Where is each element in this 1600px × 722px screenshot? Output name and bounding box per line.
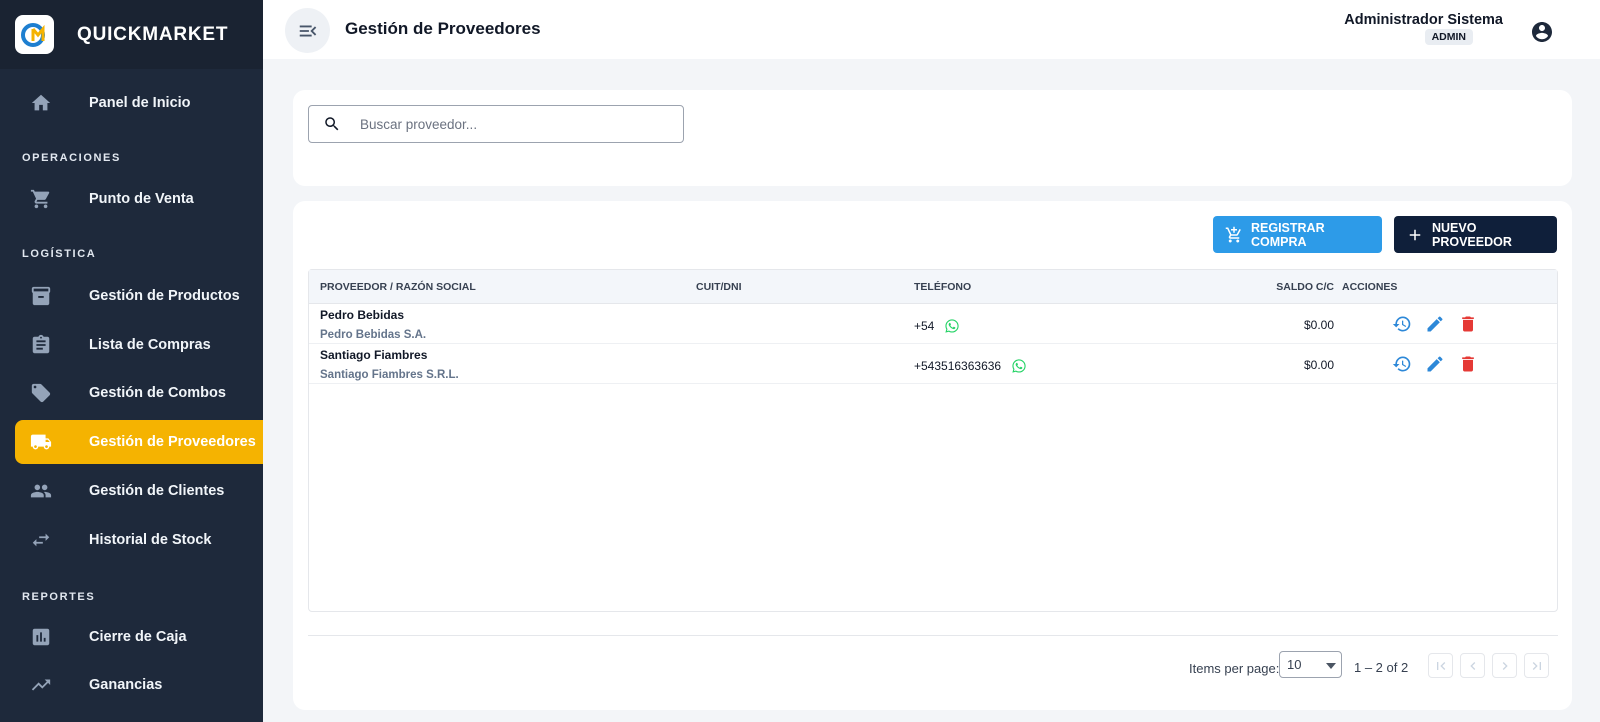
search-card: [293, 90, 1572, 186]
clipboard-icon: [15, 334, 67, 356]
items-per-page-value: 10: [1287, 657, 1302, 672]
table-row[interactable]: Santiago Fiambres Santiago Fiambres S.R.…: [309, 344, 1557, 384]
items-per-page-select[interactable]: 10: [1279, 651, 1342, 678]
app-logo: [15, 15, 54, 54]
provider-razon-social: Pedro Bebidas S.A.: [320, 329, 427, 341]
provider-razon-social: Santiago Fiambres S.R.L.: [320, 369, 459, 381]
table-row[interactable]: Pedro Bebidas Pedro Bebidas S.A. +54 $0.…: [309, 304, 1557, 344]
sidebar-item-label: Lista de Compras: [89, 337, 211, 353]
chevron-right-icon: [1497, 658, 1513, 674]
section-operaciones: OPERACIONES: [22, 152, 121, 164]
plus-icon: [1406, 226, 1432, 244]
sidebar-item-ganancias[interactable]: Ganancias: [15, 663, 263, 707]
tag-icon: [15, 382, 67, 404]
column-header-acciones: ACCIONES: [1342, 281, 1398, 293]
items-per-page-label: Items per page:: [1189, 661, 1280, 676]
previous-page-button[interactable]: [1460, 653, 1485, 678]
dropdown-caret-icon: [1326, 663, 1336, 669]
providers-card: REGISTRAR COMPRA NUEVO PROVEEDOR PROVEED…: [293, 201, 1572, 710]
search-field[interactable]: [308, 105, 684, 143]
sidebar-item-label: Gestión de Clientes: [89, 483, 225, 499]
sidebar: QUICKMARKET Panel de Inicio OPERACIONES …: [0, 0, 263, 722]
history-icon[interactable]: [1392, 354, 1412, 374]
sidebar-item-label: Gestión de Productos: [89, 288, 240, 304]
add-shopping-cart-icon: [1225, 226, 1251, 244]
section-logistica: LOGÍSTICA: [22, 248, 97, 260]
swap-icon: [15, 529, 67, 551]
sidebar-item-clientes[interactable]: Gestión de Clientes: [15, 469, 263, 513]
menu-open-icon: [297, 20, 319, 42]
sidebar-item-stock[interactable]: Historial de Stock: [15, 518, 263, 562]
menu-toggle-button[interactable]: [285, 8, 330, 53]
new-provider-label: NUEVO PROVEEDOR: [1432, 220, 1512, 249]
first-page-button[interactable]: [1428, 653, 1453, 678]
sidebar-item-compras[interactable]: Lista de Compras: [15, 323, 263, 367]
archive-icon: [15, 285, 67, 307]
section-reportes: REPORTES: [22, 591, 96, 603]
truck-icon: [15, 431, 67, 453]
column-header-saldo[interactable]: SALDO C/C: [1276, 281, 1334, 293]
sidebar-item-proveedores[interactable]: Gestión de Proveedores: [15, 420, 263, 464]
row-actions: [1392, 314, 1478, 334]
first-page-icon: [1433, 658, 1449, 674]
sidebar-item-label: Panel de Inicio: [89, 95, 191, 111]
user-name: Administrador Sistema: [1344, 12, 1503, 28]
delete-icon[interactable]: [1458, 314, 1478, 334]
paginator: Items per page: 10 1 – 2 of 2: [293, 648, 1572, 688]
sidebar-item-punto-venta[interactable]: Punto de Venta: [15, 177, 263, 221]
brand: QUICKMARKET: [0, 0, 263, 69]
sidebar-item-label: Gestión de Combos: [89, 385, 226, 401]
history-icon[interactable]: [1392, 314, 1412, 334]
topbar: Gestión de Proveedores Administrador Sis…: [263, 0, 1600, 59]
whatsapp-icon[interactable]: [944, 318, 960, 334]
provider-saldo: $0.00: [1303, 358, 1334, 372]
people-icon: [15, 480, 67, 502]
column-header-proveedor[interactable]: PROVEEDOR / RAZÓN SOCIAL: [320, 281, 476, 293]
page-range: 1 – 2 of 2: [1354, 660, 1409, 675]
page-title: Gestión de Proveedores: [345, 19, 541, 38]
sidebar-item-label: Cierre de Caja: [89, 629, 187, 645]
sidebar-item-label: Historial de Stock: [89, 532, 212, 548]
bar-chart-icon: [15, 626, 67, 648]
sidebar-item-cierre-caja[interactable]: Cierre de Caja: [15, 615, 263, 659]
app-name: QUICKMARKET: [77, 23, 229, 45]
provider-saldo: $0.00: [1303, 318, 1334, 332]
sidebar-item-productos[interactable]: Gestión de Productos: [15, 274, 263, 318]
column-header-cuit[interactable]: CUIT/DNI: [696, 281, 742, 293]
whatsapp-icon[interactable]: [1011, 358, 1027, 374]
delete-icon[interactable]: [1458, 354, 1478, 374]
provider-phone: +543516363636: [914, 359, 1002, 373]
account-circle-icon[interactable]: [1530, 20, 1554, 44]
table-header: PROVEEDOR / RAZÓN SOCIAL CUIT/DNI TELÉFO…: [309, 270, 1557, 304]
cart-icon: [15, 188, 67, 210]
provider-name: Santiago Fiambres: [320, 348, 428, 362]
edit-icon[interactable]: [1425, 314, 1445, 334]
column-header-telefono[interactable]: TELÉFONO: [914, 281, 971, 293]
search-input[interactable]: [360, 116, 660, 132]
providers-table: PROVEEDOR / RAZÓN SOCIAL CUIT/DNI TELÉFO…: [308, 269, 1558, 612]
sidebar-item-combos[interactable]: Gestión de Combos: [15, 371, 263, 415]
home-icon: [15, 92, 67, 114]
last-page-button[interactable]: [1524, 653, 1549, 678]
provider-phone-cell: +543516363636: [914, 358, 1027, 374]
next-page-button[interactable]: [1492, 653, 1517, 678]
search-icon: [309, 115, 341, 133]
row-actions: [1392, 354, 1478, 374]
new-provider-button[interactable]: NUEVO PROVEEDOR: [1394, 216, 1557, 253]
chevron-left-icon: [1465, 658, 1481, 674]
provider-phone-cell: +54: [914, 318, 960, 334]
divider: [308, 635, 1558, 636]
last-page-icon: [1529, 658, 1545, 674]
register-purchase-label: REGISTRAR COMPRA: [1251, 220, 1325, 249]
trending-up-icon: [15, 674, 67, 696]
sidebar-item-label: Ganancias: [89, 677, 163, 693]
sidebar-item-label: Gestión de Proveedores: [89, 434, 256, 450]
sidebar-item-panel-inicio[interactable]: Panel de Inicio: [15, 81, 263, 125]
role-badge: ADMIN: [1424, 29, 1473, 45]
edit-icon[interactable]: [1425, 354, 1445, 374]
register-purchase-button[interactable]: REGISTRAR COMPRA: [1213, 216, 1382, 253]
provider-phone: +54: [914, 319, 935, 333]
sidebar-item-label: Punto de Venta: [89, 191, 194, 207]
provider-name: Pedro Bebidas: [320, 308, 405, 322]
